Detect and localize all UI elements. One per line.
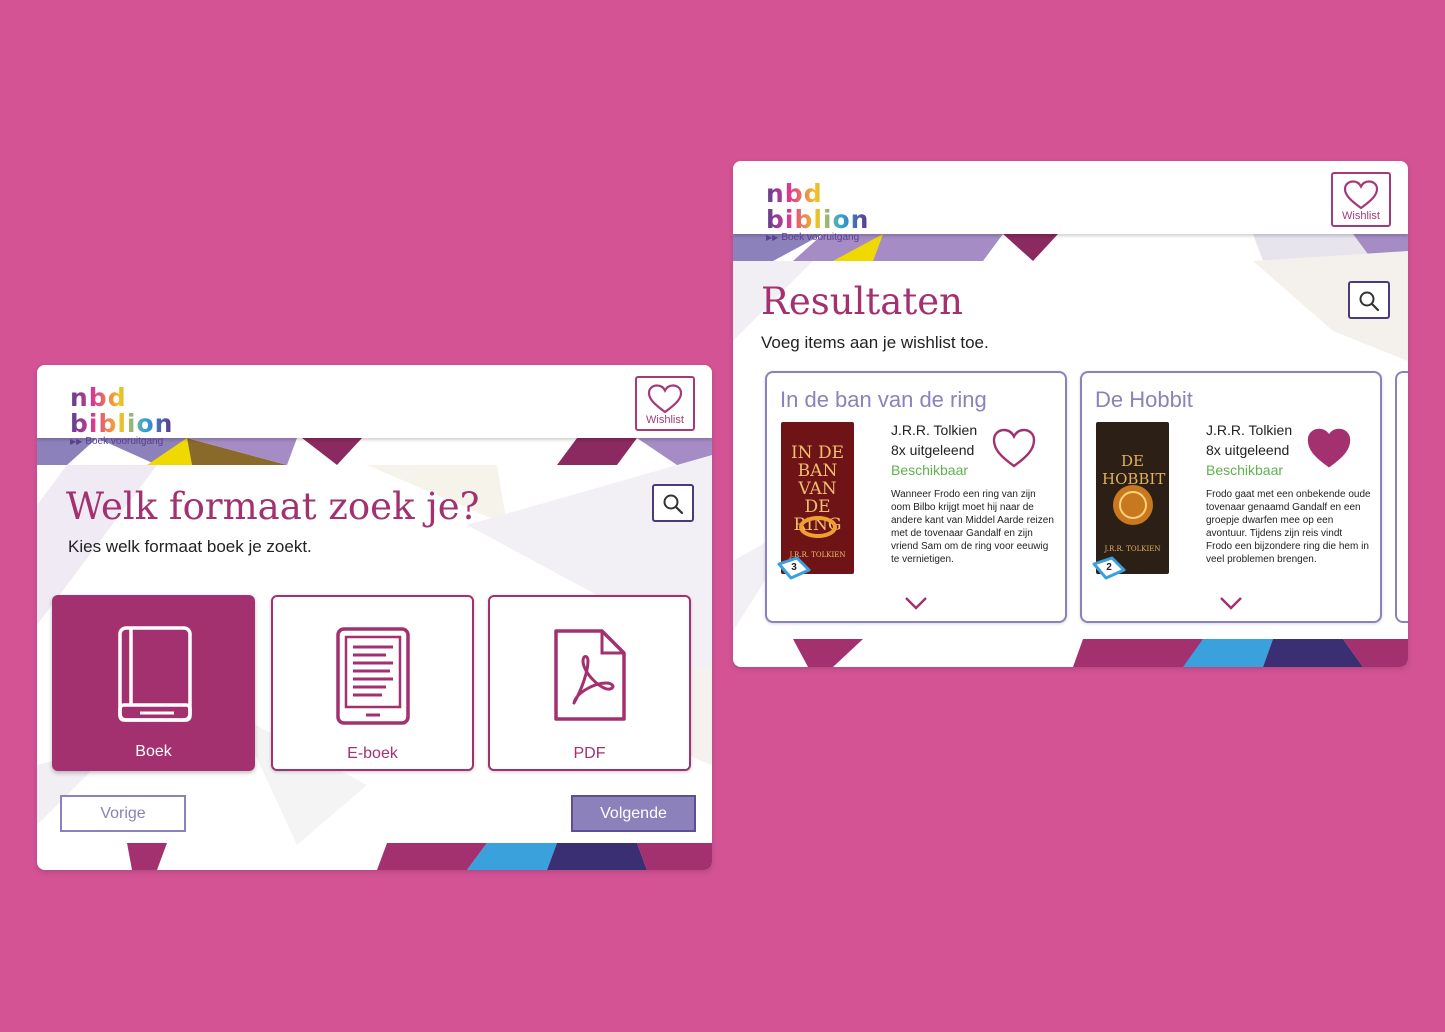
next-button[interactable]: Volgende bbox=[571, 795, 696, 832]
format-option-label: Boek bbox=[135, 743, 172, 760]
book-cover-image: IN DE BAN VAN DE RING J.R.R. TOLKIEN bbox=[781, 422, 854, 574]
book-loans: 8x uitgeleend bbox=[1206, 442, 1290, 458]
nbd-biblion-logo: nbd biblion ▶▶ Boek vooruitgang bbox=[766, 181, 916, 244]
page-title: Resultaten bbox=[761, 280, 963, 323]
wishlist-label: Wishlist bbox=[1342, 210, 1380, 222]
nbd-biblion-logo: nbd biblion ▶▶ Boek vooruitgang bbox=[70, 385, 220, 448]
book-availability: Beschikbaar bbox=[891, 462, 969, 478]
search-button[interactable] bbox=[1348, 281, 1390, 319]
page-title: Welk formaat zoek je? bbox=[66, 485, 480, 528]
search-icon bbox=[663, 494, 684, 515]
pdf-file-icon bbox=[553, 629, 626, 721]
book-cover-image: DE HOBBIT J.R.R. TOLKIEN bbox=[1096, 422, 1169, 574]
book-badge-count: 3 bbox=[791, 562, 797, 573]
book-card[interactable]: De Hobbit DE HOBBIT J.R.R. TOLKIEN 2 J.R… bbox=[1080, 371, 1382, 623]
logo-tagline: ▶▶ Boek vooruitgang bbox=[70, 436, 220, 447]
logo-text: nbd biblion bbox=[70, 385, 220, 437]
book-description: Wanneer Frodo een ring van zijn oom Bilb… bbox=[891, 489, 1054, 565]
book-loans: 8x uitgeleend bbox=[891, 442, 975, 458]
heart-filled-icon[interactable] bbox=[1306, 427, 1352, 469]
double-arrow-icon: ▶▶ bbox=[70, 437, 83, 446]
chevron-down-icon[interactable] bbox=[1218, 595, 1244, 611]
format-option-label: PDF bbox=[573, 745, 606, 762]
ring-illustration bbox=[799, 516, 837, 538]
heart-outline-icon[interactable] bbox=[991, 427, 1037, 469]
book-author: J.R.R. Tolkien bbox=[891, 422, 978, 438]
book-badge-count: 2 bbox=[1106, 562, 1112, 573]
wishlist-label: Wishlist bbox=[646, 414, 684, 426]
format-option-e-boek[interactable]: E-boek bbox=[271, 595, 474, 771]
ereader-icon bbox=[335, 627, 410, 725]
format-screen: nbd biblion ▶▶ Boek vooruitgang Wishlist … bbox=[37, 365, 712, 870]
wishlist-button[interactable]: Wishlist bbox=[1331, 172, 1391, 227]
book-author: J.R.R. Tolkien bbox=[1206, 422, 1293, 438]
search-icon bbox=[1359, 291, 1380, 312]
search-button[interactable] bbox=[652, 484, 694, 522]
logo-text: nbd biblion bbox=[766, 181, 916, 233]
tagline-text: Boek vooruitgang bbox=[781, 232, 860, 243]
book-card-next-peek[interactable] bbox=[1395, 371, 1408, 623]
logo-tagline: ▶▶ Boek vooruitgang bbox=[766, 232, 916, 243]
format-option-label: E-boek bbox=[347, 745, 398, 762]
heart-outline-icon bbox=[647, 384, 683, 414]
chevron-down-icon[interactable] bbox=[903, 595, 929, 611]
book-card[interactable]: In de ban van de ring IN DE BAN VAN DE R… bbox=[765, 371, 1067, 623]
tagline-text: Boek vooruitgang bbox=[85, 436, 164, 447]
format-option-pdf[interactable]: PDF bbox=[488, 595, 691, 771]
page-subtitle: Kies welk formaat boek je zoekt. bbox=[68, 537, 312, 556]
page-subtitle: Voeg items aan je wishlist toe. bbox=[761, 333, 989, 352]
book-description: Frodo gaat met een onbekende oude tovena… bbox=[1206, 489, 1371, 565]
previous-button[interactable]: Vorige bbox=[60, 795, 186, 832]
heart-outline-icon bbox=[1343, 180, 1379, 210]
format-option-boek[interactable]: Boek bbox=[52, 595, 255, 771]
book-title: In de ban van de ring bbox=[780, 387, 987, 412]
results-screen: nbd biblion ▶▶ Boek vooruitgang Wishlist … bbox=[733, 161, 1408, 667]
double-arrow-icon: ▶▶ bbox=[766, 233, 779, 242]
header: nbd biblion ▶▶ Boek vooruitgang Wishlist bbox=[733, 161, 1408, 244]
wishlist-button[interactable]: Wishlist bbox=[635, 376, 695, 431]
book-availability: Beschikbaar bbox=[1206, 462, 1284, 478]
book-title: De Hobbit bbox=[1095, 387, 1193, 412]
book-icon bbox=[117, 626, 192, 722]
dragon-seal-illustration bbox=[1113, 485, 1153, 525]
header: nbd biblion ▶▶ Boek vooruitgang Wishlist bbox=[37, 365, 712, 448]
